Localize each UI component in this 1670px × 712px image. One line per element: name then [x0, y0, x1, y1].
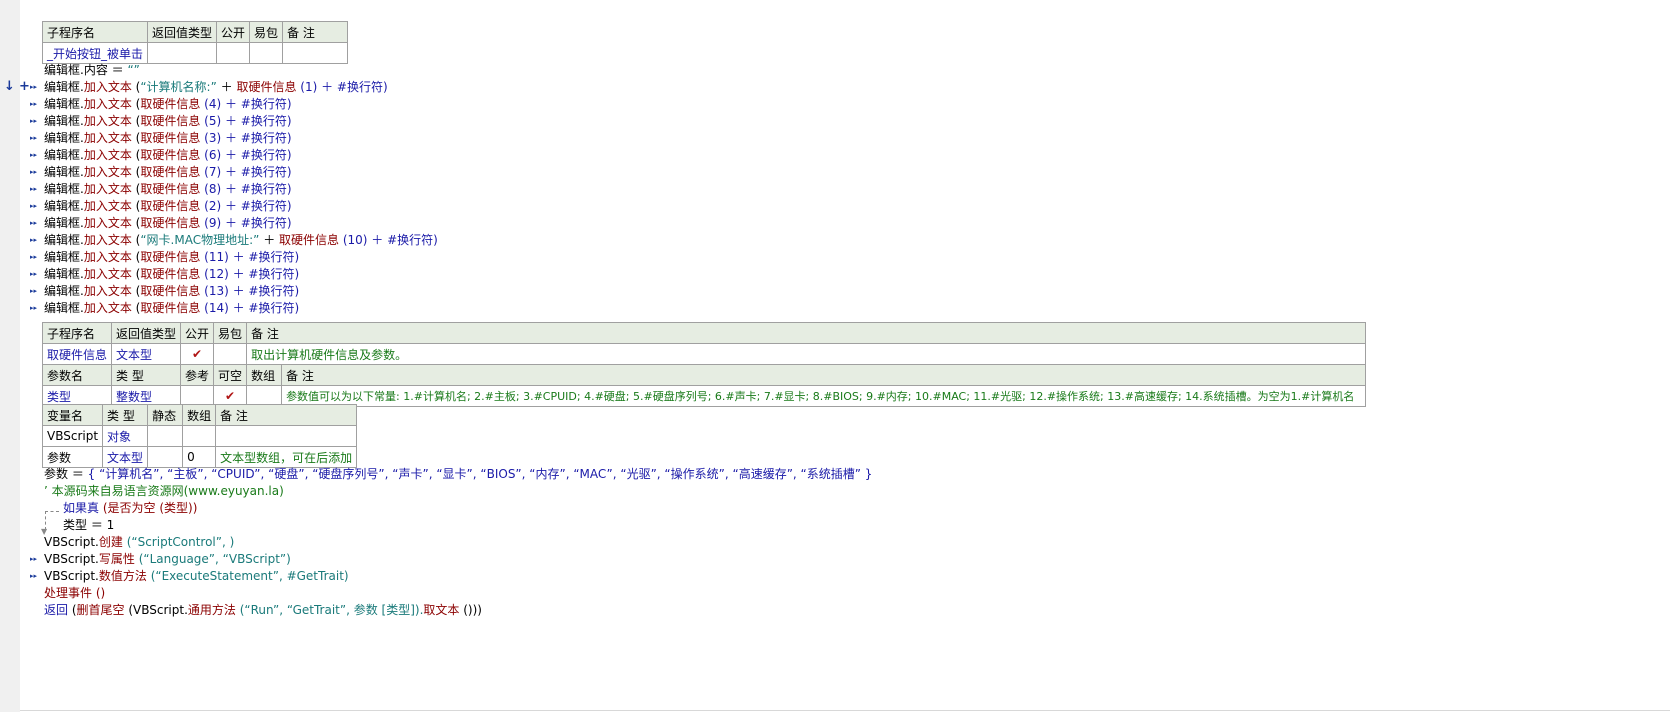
code-line-create[interactable]: VBScript.创建 (“ScriptControl”, ) [44, 533, 234, 551]
var-name-cell[interactable]: VBScript [41, 425, 104, 447]
code-line[interactable]: 编辑框.加入文本 (取硬件信息 (5) ＋ #换行符) [44, 112, 292, 130]
flow-marker-icon: ▸▸ [30, 287, 38, 295]
col-param-array: 数组 [246, 364, 283, 386]
flow-marker-icon: ▸▸ [30, 219, 38, 227]
code-line[interactable]: 编辑框.加入文本 (取硬件信息 (2) ＋ #换行符) [44, 197, 292, 215]
col-note: 备 注 [246, 322, 1366, 344]
var-array-cell[interactable] [182, 425, 217, 447]
flow-marker-icon: ▸▸ [30, 151, 38, 159]
code-line[interactable]: 编辑框.加入文本 (取硬件信息 (11) ＋ #换行符) [44, 248, 299, 266]
code-line[interactable]: 编辑框.加入文本 (取硬件信息 (7) ＋ #换行符) [44, 163, 292, 181]
code-line[interactable]: 编辑框.加入文本 (“计算机名称:” ＋ 取硬件信息 (1) ＋ #换行符) [44, 78, 388, 96]
col-sub-name: 子程序名 [41, 21, 149, 43]
sub-name-cell[interactable]: 取硬件信息 [41, 343, 113, 365]
col-sub-name: 子程序名 [41, 322, 113, 344]
package-cell[interactable] [249, 42, 284, 64]
flow-marker-icon: ▸▸ [30, 134, 38, 142]
col-public: 公开 [216, 21, 251, 43]
col-var-type: 类 型 [102, 404, 149, 426]
code-line-write-prop[interactable]: VBScript.写属性 (“Language”, “VBScript”) [44, 550, 291, 568]
code-line[interactable]: 编辑框.加入文本 (取硬件信息 (6) ＋ #换行符) [44, 146, 292, 164]
return-type-cell[interactable] [147, 42, 218, 64]
flow-marker-icon: ▸▸ [30, 304, 38, 312]
code-line-assign[interactable]: 类型 ＝ 1 [63, 516, 114, 534]
flow-marker-icon: ▸▸ [30, 555, 38, 563]
col-param-ref: 参考 [180, 364, 215, 386]
bottom-divider [20, 710, 1670, 711]
col-param-type: 类 型 [111, 364, 182, 386]
col-return-type: 返回值类型 [147, 21, 218, 43]
var-static-cell[interactable] [147, 425, 184, 447]
flow-marker-icon: ▸▸ [30, 83, 38, 91]
code-line[interactable]: 编辑框.加入文本 (“网卡.MAC物理地址:” ＋ 取硬件信息 (10) ＋ #… [44, 231, 438, 249]
code-line[interactable]: 编辑框.加入文本 (取硬件信息 (14) ＋ #换行符) [44, 299, 299, 317]
col-return-type: 返回值类型 [111, 322, 182, 344]
col-var-static: 静态 [147, 404, 184, 426]
flow-marker-icon: ▸▸ [30, 117, 38, 125]
public-cell[interactable] [216, 42, 251, 64]
code-line[interactable]: 编辑框.加入文本 (取硬件信息 (13) ＋ #换行符) [44, 282, 299, 300]
col-var-note: 备 注 [215, 404, 358, 426]
subroutine-table-start-button: 子程序名 返回值类型 公开 易包 备 注 _开始按钮_被单击 [41, 21, 349, 64]
flow-marker-icon: ▸▸ [30, 185, 38, 193]
col-var-array: 数组 [182, 404, 217, 426]
col-public: 公开 [180, 322, 215, 344]
code-comment[interactable]: ’ 本源码来自易语言资源网(www.eyuyan.la) [44, 482, 284, 500]
col-param-note: 备 注 [281, 364, 1366, 386]
col-param-nullable: 可空 [213, 364, 248, 386]
flow-marker-icon: ▸▸ [30, 202, 38, 210]
public-check-icon[interactable]: ✔ [180, 343, 215, 365]
flow-connector [45, 511, 59, 512]
note-cell[interactable]: 取出计算机硬件信息及参数。 [246, 343, 1366, 365]
subroutine-table-get-hardware-info: 子程序名 返回值类型 公开 易包 备 注 取硬件信息 文本型 ✔ 取出计算机硬件… [41, 322, 1366, 407]
code-line-num-method[interactable]: VBScript.数值方法 (“ExecuteStatement”, #GetT… [44, 567, 349, 585]
code-line[interactable]: 编辑框.加入文本 (取硬件信息 (4) ＋ #换行符) [44, 95, 292, 113]
flow-marker-icon: ▸▸ [30, 100, 38, 108]
param-note-cell[interactable]: 参数值可以为以下常量: 1.#计算机名; 2.#主板; 3.#CPUID; 4.… [281, 385, 1366, 407]
arrow-down-icon[interactable]: ↓ [4, 79, 15, 94]
local-variables-table: 变量名 类 型 静态 数组 备 注 VBScript 对象 参数 文本型 0 文… [41, 404, 358, 468]
left-gutter [0, 0, 20, 712]
var-note-cell[interactable] [215, 425, 358, 447]
code-line-if[interactable]: 如果真 (是否为空 (类型)) [63, 499, 197, 517]
flow-marker-icon: ▸▸ [30, 270, 38, 278]
col-param-name: 参数名 [41, 364, 113, 386]
code-line[interactable]: 编辑框.加入文本 (取硬件信息 (9) ＋ #换行符) [44, 214, 292, 232]
code-line[interactable]: 编辑框.内容 ＝ “” [44, 61, 140, 79]
code-line[interactable]: 编辑框.加入文本 (取硬件信息 (12) ＋ #换行符) [44, 265, 299, 283]
col-package: 易包 [249, 21, 284, 43]
flow-marker-icon: ▸▸ [30, 236, 38, 244]
code-line-process-events[interactable]: 处理事件 () [44, 584, 105, 602]
code-line[interactable]: 编辑框.加入文本 (取硬件信息 (8) ＋ #换行符) [44, 180, 292, 198]
flow-marker-icon: ▸▸ [30, 253, 38, 261]
code-line[interactable]: 编辑框.加入文本 (取硬件信息 (3) ＋ #换行符) [44, 129, 292, 147]
flow-marker-icon: ▸▸ [30, 572, 38, 580]
col-note: 备 注 [282, 21, 349, 43]
code-line-return[interactable]: 返回 (删首尾空 (VBScript.通用方法 (“Run”, “GetTrai… [44, 601, 482, 619]
plus-icon[interactable]: + [19, 79, 30, 94]
var-type-cell[interactable]: 对象 [102, 425, 149, 447]
return-type-cell[interactable]: 文本型 [111, 343, 182, 365]
note-cell[interactable] [282, 42, 349, 64]
package-cell[interactable] [213, 343, 248, 365]
flow-marker-icon: ▸▸ [30, 168, 38, 176]
code-line-params-array[interactable]: 参数 ＝ { “计算机名”, “主板”, “CPUID”, “硬盘”, “硬盘序… [44, 465, 872, 483]
col-package: 易包 [213, 322, 248, 344]
col-var-name: 变量名 [41, 404, 104, 426]
